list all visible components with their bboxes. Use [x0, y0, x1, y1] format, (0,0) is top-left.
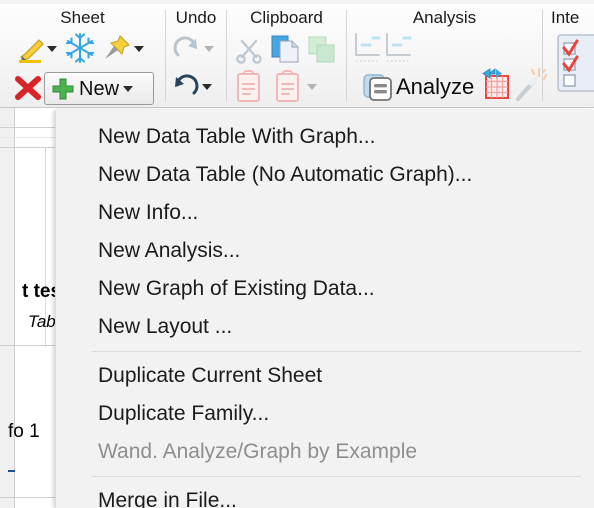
new-sheet-menu[interactable]: New Data Table With Graph... New Data Ta… — [55, 110, 594, 508]
ribbon-toolbar: Sheet New Undo Clipboard Analysis Analyz… — [0, 4, 594, 108]
highlight-dropdown-caret-icon[interactable] — [47, 46, 57, 52]
menu-item-new-data-table-with-graph[interactable]: New Data Table With Graph... — [56, 118, 594, 156]
ribbon-group-analysis: Analysis Analyze — [347, 4, 547, 107]
info-row-marker — [8, 470, 15, 472]
results-title-fragment: t tes — [22, 281, 58, 302]
pin-dropdown-caret-icon[interactable] — [134, 46, 144, 52]
info-sheet-fragment: fo 1 — [8, 421, 40, 442]
results-subtitle-fragment: Tab — [28, 312, 56, 331]
new-dropdown-caret-icon[interactable] — [123, 85, 134, 92]
ribbon-group-analysis-title: Analysis — [412, 8, 477, 27]
ribbon-group-interpret-title: Inte — [551, 8, 580, 27]
menu-item-wand-analyze-graph-by-example: Wand. Analyze/Graph by Example — [98, 440, 418, 463]
new-sheet-button[interactable]: New — [44, 72, 154, 105]
analyze-icon — [361, 71, 395, 103]
menu-item-new-graph-of-existing-data[interactable]: New Graph of Existing Data... — [56, 270, 594, 308]
delete-sheet-icon[interactable] — [12, 72, 44, 104]
pin-sheet-icon[interactable] — [100, 31, 134, 65]
cut-icon[interactable] — [232, 32, 266, 66]
menu-item-new-layout[interactable]: New Layout ... — [56, 308, 594, 346]
redo-dropdown-caret-icon[interactable] — [204, 46, 214, 52]
paste-icon[interactable] — [232, 68, 266, 104]
menu-separator-1 — [92, 351, 581, 352]
analyze-button[interactable]: Analyze — [361, 70, 474, 104]
menu-item-new-analysis[interactable]: New Analysis... — [56, 232, 594, 270]
ribbon-group-sheet: Sheet New — [0, 4, 165, 107]
menu-item-duplicate-current-sheet[interactable]: Duplicate Current Sheet — [56, 357, 594, 395]
analyze-button-label: Analyze — [396, 74, 475, 99]
ribbon-group-sheet-title: Sheet — [60, 8, 105, 27]
new-plus-icon — [50, 76, 76, 102]
ribbon-group-undo: Undo — [166, 4, 226, 107]
checklist-icon[interactable] — [555, 32, 594, 94]
ribbon-group-clipboard-title: Clipboard — [250, 8, 323, 27]
menu-separator-2 — [92, 476, 581, 477]
canvas-divider-5 — [0, 497, 56, 498]
menu-item-merge-in-file[interactable]: Merge in File... — [56, 482, 594, 508]
ribbon-group-interpret: Inte — [543, 4, 594, 107]
menu-top-padding — [56, 110, 594, 118]
undo-dropdown-caret-icon[interactable] — [202, 84, 212, 90]
new-sheet-button-label: New — [79, 77, 120, 100]
redo-icon[interactable] — [170, 32, 204, 66]
duplicate-icon[interactable] — [305, 32, 339, 66]
canvas-divider-4 — [0, 345, 56, 346]
change-analysis-icon[interactable] — [352, 30, 420, 66]
undo-icon[interactable] — [168, 70, 202, 104]
extract-data-icon[interactable] — [473, 66, 511, 104]
menu-item-new-data-table-no-graph[interactable]: New Data Table (No Automatic Graph)... — [56, 156, 594, 194]
menu-item-new-info[interactable]: New Info... — [56, 194, 594, 232]
ribbon-group-clipboard: Clipboard — [227, 4, 346, 107]
freeze-sheet-icon[interactable] — [62, 30, 98, 66]
copy-icon[interactable] — [267, 30, 303, 66]
highlight-sheet-icon[interactable] — [14, 32, 48, 66]
ribbon-group-undo-title: Undo — [175, 8, 217, 27]
menu-item-duplicate-family[interactable]: Duplicate Family... — [56, 395, 594, 433]
paste-dropdown-caret-icon[interactable] — [307, 84, 317, 90]
paste-special-icon[interactable] — [271, 68, 305, 104]
sheet-row-gutter — [0, 108, 15, 508]
